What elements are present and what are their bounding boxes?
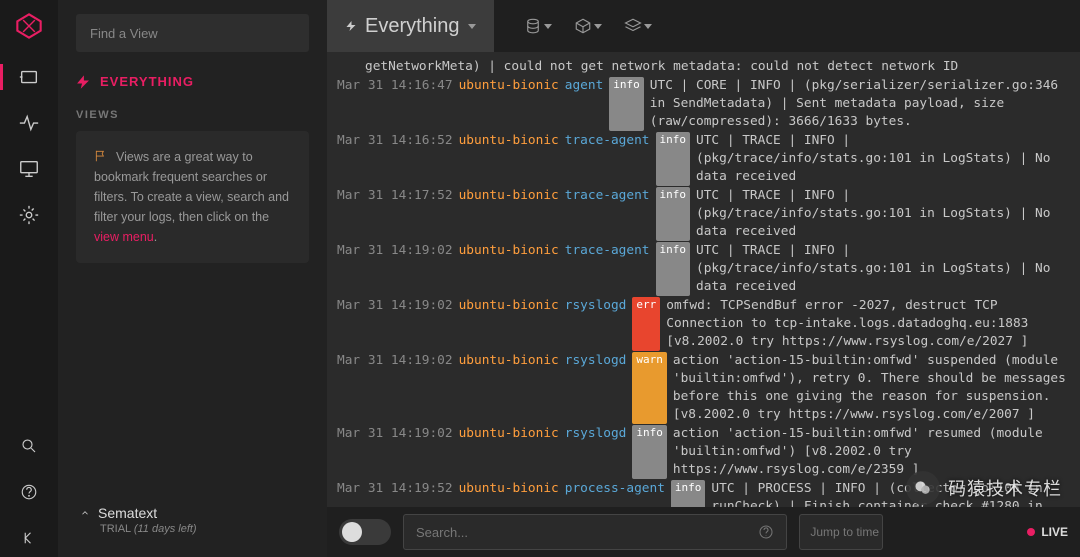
search-placeholder: Search... xyxy=(416,525,758,540)
bolt-icon xyxy=(345,20,357,32)
log-timestamp: Mar 31 14:19:02 xyxy=(337,242,453,296)
log-message: UTC | TRACE | INFO | (pkg/trace/info/sta… xyxy=(696,187,1070,241)
find-view-input[interactable]: Find a View xyxy=(76,14,309,52)
bolt-icon xyxy=(76,75,90,89)
log-host: ubuntu-bionic xyxy=(459,480,559,507)
log-timestamp: Mar 31 14:19:52 xyxy=(337,480,453,507)
nav-monitor-button[interactable] xyxy=(0,150,58,188)
log-level-badge: info xyxy=(656,242,691,296)
log-level-badge: info xyxy=(656,187,691,241)
log-service: rsyslogd xyxy=(565,425,627,479)
log-timestamp: Mar 31 14:19:02 xyxy=(337,425,453,479)
log-service: trace-agent xyxy=(565,132,650,186)
log-level-badge: info xyxy=(671,480,706,507)
views-heading: VIEWS xyxy=(76,109,309,121)
log-timestamp: Mar 31 14:16:52 xyxy=(337,132,453,186)
tip-text: Views are a great way to bookmark freque… xyxy=(94,150,289,224)
log-host: ubuntu-bionic xyxy=(459,132,559,186)
log-message: UTC | TRACE | INFO | (pkg/trace/info/sta… xyxy=(696,132,1070,186)
account-name: Sematext xyxy=(98,505,157,521)
log-message: getNetworkMeta) | could not get network … xyxy=(337,58,1070,76)
nav-search-button[interactable] xyxy=(0,427,58,465)
log-host: ubuntu-bionic xyxy=(459,242,559,296)
log-message: UTC | PROCESS | INFO | (collector.go:106… xyxy=(711,480,1070,507)
trial-label: TRIAL xyxy=(100,523,131,535)
log-row[interactable]: Mar 31 14:16:52ubuntu-bionictrace-agenti… xyxy=(337,132,1070,186)
log-row[interactable]: Mar 31 14:19:02ubuntu-bionicrsyslogdwarn… xyxy=(337,352,1070,424)
chevron-down-icon xyxy=(468,24,476,29)
log-level-badge: err xyxy=(632,297,660,351)
view-dropdown-label: Everything xyxy=(365,15,460,38)
brand-logo-icon xyxy=(15,12,43,40)
log-timestamp: Mar 31 14:19:02 xyxy=(337,297,453,351)
log-row[interactable]: Mar 31 14:19:02ubuntu-bionictrace-agenti… xyxy=(337,242,1070,296)
log-service: rsyslogd xyxy=(565,297,627,351)
log-timestamp: Mar 31 14:17:52 xyxy=(337,187,453,241)
nav-collapse-button[interactable] xyxy=(0,519,58,557)
trial-days: (11 days left) xyxy=(134,523,197,535)
log-message: action 'action-15-builtin:omfwd' suspend… xyxy=(673,352,1070,424)
log-level-badge: info xyxy=(609,77,644,131)
nav-activity-button[interactable] xyxy=(0,104,58,142)
log-level-badge: info xyxy=(656,132,691,186)
cube-dropdown[interactable] xyxy=(564,0,612,52)
search-input[interactable]: Search... xyxy=(403,514,787,550)
log-service: rsyslogd xyxy=(565,352,627,424)
record-dot-icon xyxy=(1027,528,1035,536)
log-host: ubuntu-bionic xyxy=(459,187,559,241)
log-host: ubuntu-bionic xyxy=(459,297,559,351)
log-message: UTC | CORE | INFO | (pkg/serializer/seri… xyxy=(650,77,1070,131)
log-service: agent xyxy=(565,77,604,131)
nav-iconbar xyxy=(0,0,58,557)
sidebar-view-everything[interactable]: EVERYTHING xyxy=(76,74,309,89)
log-row[interactable]: Mar 31 14:19:52ubuntu-bionicprocess-agen… xyxy=(337,480,1070,507)
jump-to-time-input[interactable]: Jump to time xyxy=(799,514,883,550)
chevron-up-icon xyxy=(80,508,90,518)
view-dropdown[interactable]: Everything xyxy=(327,0,494,52)
log-timestamp: Mar 31 14:16:47 xyxy=(337,77,453,131)
everything-label: EVERYTHING xyxy=(100,74,194,89)
log-row[interactable]: Mar 31 14:17:52ubuntu-bionictrace-agenti… xyxy=(337,187,1070,241)
tip-suffix: . xyxy=(154,230,157,244)
sidebar: Find a View EVERYTHING VIEWS Views are a… xyxy=(58,0,327,557)
log-level-badge: warn xyxy=(632,352,667,424)
nav-views-button[interactable] xyxy=(0,58,58,96)
live-indicator[interactable]: LIVE xyxy=(1027,525,1068,539)
log-row[interactable]: Mar 31 14:16:47ubuntu-bionicagentinfoUTC… xyxy=(337,77,1070,131)
nav-settings-button[interactable] xyxy=(0,196,58,234)
log-service: trace-agent xyxy=(565,187,650,241)
log-row[interactable]: Mar 31 14:19:02ubuntu-bionicrsyslogderro… xyxy=(337,297,1070,351)
log-message: omfwd: TCPSendBuf error -2027, destruct … xyxy=(666,297,1070,351)
log-level-badge: info xyxy=(632,425,667,479)
main-panel: Everything getNetworkMeta) | could not g… xyxy=(327,0,1080,557)
log-host: ubuntu-bionic xyxy=(459,77,559,131)
log-host: ubuntu-bionic xyxy=(459,352,559,424)
bottombar: Search... Jump to time LIVE xyxy=(327,507,1080,557)
topbar: Everything xyxy=(327,0,1080,52)
log-row[interactable]: Mar 31 14:19:02ubuntu-bionicrsyslogdinfo… xyxy=(337,425,1070,479)
log-host: ubuntu-bionic xyxy=(459,425,559,479)
log-service: process-agent xyxy=(565,480,665,507)
log-message: UTC | TRACE | INFO | (pkg/trace/info/sta… xyxy=(696,242,1070,296)
database-dropdown[interactable] xyxy=(514,0,562,52)
views-tip-card: Views are a great way to bookmark freque… xyxy=(76,131,309,263)
layers-dropdown[interactable] xyxy=(614,0,662,52)
account-block[interactable]: Sematext TRIAL (11 days left) xyxy=(76,497,309,543)
log-row[interactable]: getNetworkMeta) | could not get network … xyxy=(337,58,1070,76)
flag-icon xyxy=(94,149,108,163)
theme-toggle[interactable] xyxy=(339,519,391,545)
log-timestamp: Mar 31 14:19:02 xyxy=(337,352,453,424)
view-menu-link[interactable]: view menu xyxy=(94,230,154,244)
live-label: LIVE xyxy=(1041,525,1068,539)
log-message: action 'action-15-builtin:omfwd' resumed… xyxy=(673,425,1070,479)
nav-help-button[interactable] xyxy=(0,473,58,511)
log-stream[interactable]: getNetworkMeta) | could not get network … xyxy=(327,52,1080,507)
help-circle-icon[interactable] xyxy=(758,524,774,540)
log-service: trace-agent xyxy=(565,242,650,296)
